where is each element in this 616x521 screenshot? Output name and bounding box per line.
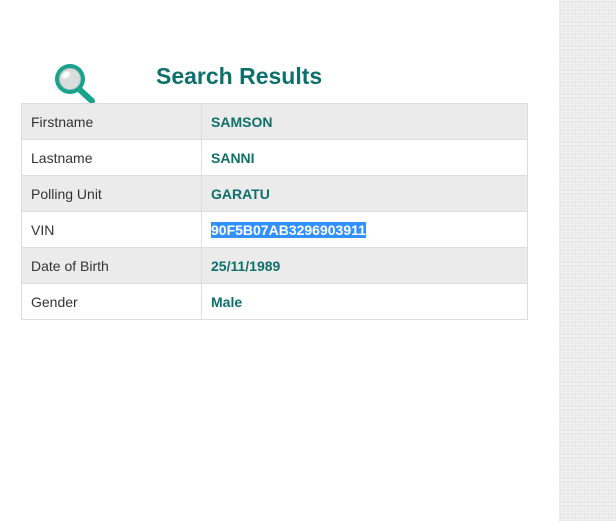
polling-unit-value: GARATU	[201, 175, 528, 212]
page: Search Results Firstname SAMSON Lastname…	[0, 0, 616, 521]
page-title: Search Results	[156, 63, 323, 89]
vin-value-cell: 90F5B07AB3296903911	[201, 211, 528, 248]
table-row: Firstname SAMSON	[21, 103, 528, 140]
lastname-value: SANNI	[201, 139, 528, 176]
vin-label: VIN	[21, 211, 202, 248]
table-row: Date of Birth 25/11/1989	[21, 247, 528, 284]
table-row: VIN 90F5B07AB3296903911	[21, 211, 528, 248]
polling-unit-label: Polling Unit	[21, 175, 202, 212]
firstname-value: SAMSON	[201, 103, 528, 140]
table-row: Polling Unit GARATU	[21, 175, 528, 212]
firstname-label: Firstname	[21, 103, 202, 140]
main-content: Search Results Firstname SAMSON Lastname…	[0, 0, 559, 521]
date-of-birth-label: Date of Birth	[21, 247, 202, 284]
lastname-label: Lastname	[21, 139, 202, 176]
vin-value-selected[interactable]: 90F5B07AB3296903911	[211, 221, 366, 238]
date-of-birth-value: 25/11/1989	[201, 247, 528, 284]
results-table: Firstname SAMSON Lastname SANNI Polling …	[21, 103, 528, 320]
search-icon	[52, 62, 98, 106]
side-panel	[559, 0, 616, 521]
table-row: Gender Male	[21, 283, 528, 320]
gender-label: Gender	[21, 283, 202, 320]
gender-value: Male	[201, 283, 528, 320]
table-row: Lastname SANNI	[21, 139, 528, 176]
